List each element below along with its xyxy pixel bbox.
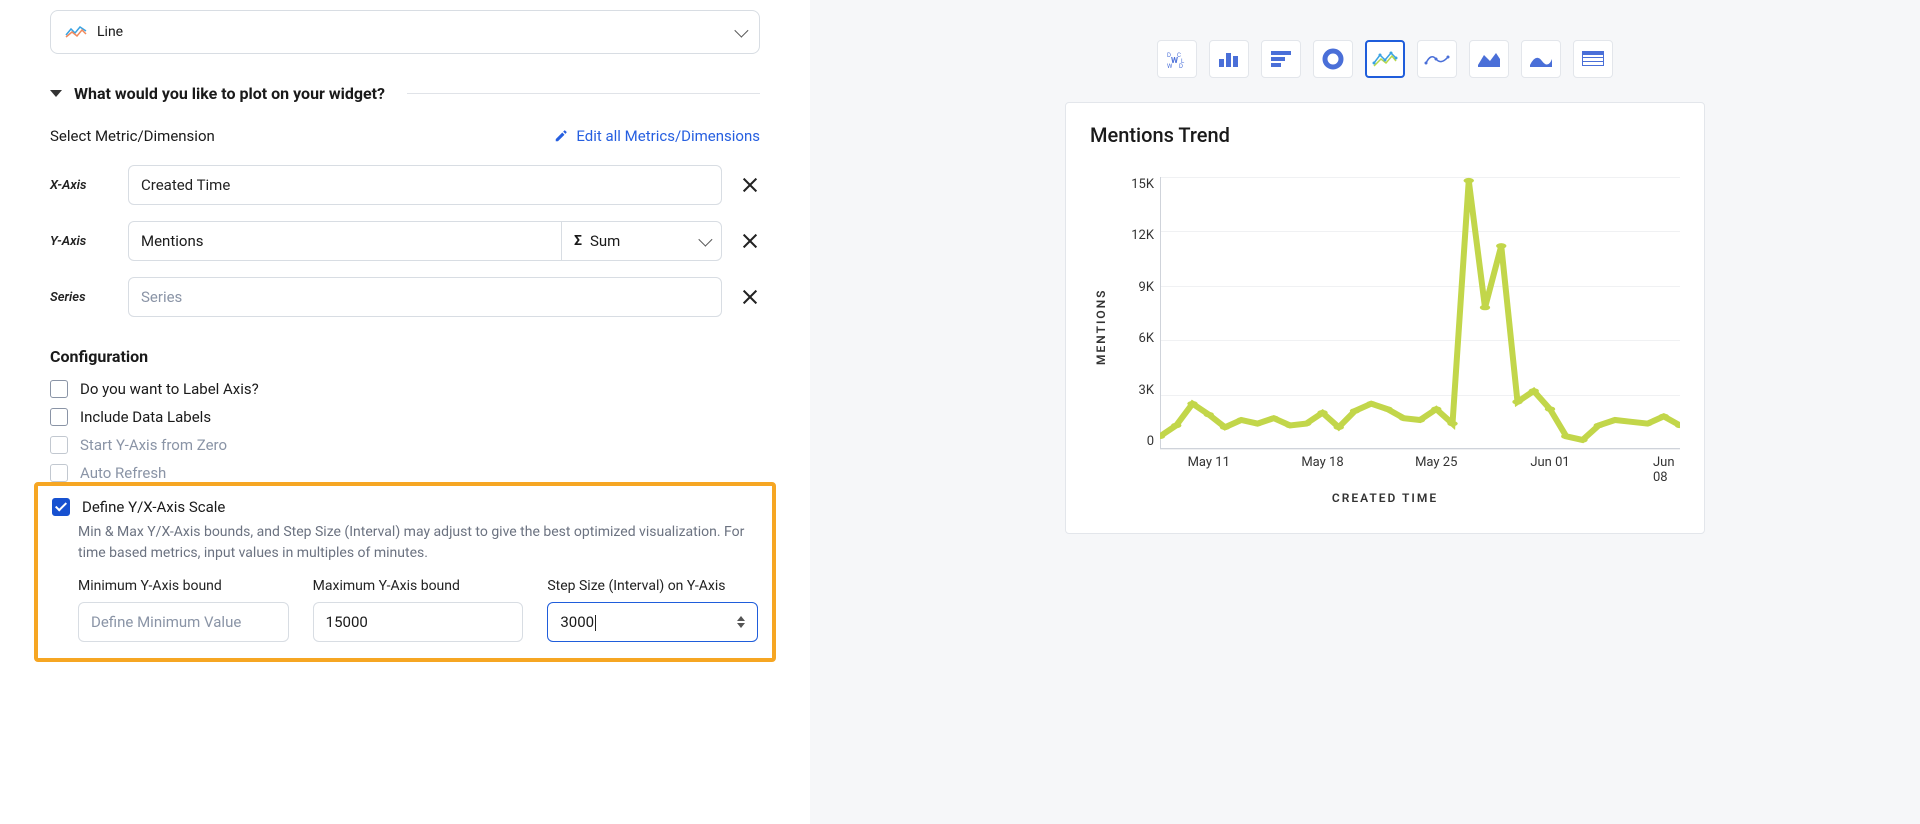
line-chart-icon	[1372, 49, 1398, 69]
y-axis-aggregation-select[interactable]: Σ Sum	[561, 222, 721, 260]
series-label: Series	[50, 290, 110, 305]
auto-refresh-checkbox[interactable]	[50, 464, 68, 482]
viz-wordcloud-button[interactable]: DCWLWD	[1157, 40, 1197, 78]
disclosure-triangle-icon	[50, 90, 62, 97]
chevron-down-icon	[698, 233, 712, 247]
chart-plot-area: 15K12K9K6K3K0 May 11May 18May 25Jun 01Ju…	[1112, 177, 1680, 477]
chart-y-ticks: 15K12K9K6K3K0	[1112, 177, 1154, 449]
step-size-label: Step Size (Interval) on Y-Axis	[547, 578, 758, 594]
viz-spline-button[interactable]	[1417, 40, 1457, 78]
chart-x-ticks: May 11May 18May 25Jun 01Jun 08	[1160, 455, 1680, 477]
chart-title: Mentions Trend	[1090, 123, 1680, 147]
viz-line-button[interactable]	[1365, 40, 1405, 78]
remove-x-axis-button[interactable]	[740, 175, 760, 195]
x-axis-label: X-Axis	[50, 178, 110, 193]
plot-section-title: What would you like to plot on your widg…	[74, 84, 385, 103]
remove-series-button[interactable]	[740, 287, 760, 307]
viz-type-label: Line	[97, 24, 123, 40]
y-axis-value: Mentions	[141, 232, 203, 250]
auto-refresh-text: Auto Refresh	[80, 464, 166, 482]
y-axis-select-group: Mentions Σ Sum	[128, 221, 722, 261]
sigma-icon: Σ	[574, 233, 582, 249]
series-placeholder: Series	[141, 288, 182, 306]
edit-metrics-text: Edit all Metrics/Dimensions	[576, 127, 760, 145]
min-bound-placeholder: Define Minimum Value	[91, 613, 241, 631]
min-bound-label: Minimum Y-Axis bound	[78, 578, 289, 594]
remove-y-axis-button[interactable]	[740, 231, 760, 251]
horizontal-bar-icon	[1269, 49, 1293, 69]
viz-type-toolbar: DCWLWD	[1157, 40, 1613, 78]
wordcloud-icon: DCWLWD	[1165, 49, 1189, 69]
viz-area-button[interactable]	[1469, 40, 1509, 78]
data-labels-text: Include Data Labels	[80, 408, 211, 426]
step-size-stepper[interactable]	[737, 616, 745, 628]
define-scale-hint: Min & Max Y/X-Axis bounds, and Step Size…	[78, 522, 758, 564]
spline-chart-icon	[1424, 49, 1450, 69]
chevron-down-icon	[734, 24, 748, 38]
svg-text:W: W	[1167, 63, 1173, 69]
y-axis-aggregation-value: Sum	[590, 232, 620, 250]
define-scale-text: Define Y/X-Axis Scale	[82, 498, 225, 516]
viz-table-button[interactable]	[1573, 40, 1613, 78]
step-size-input[interactable]: 3000	[547, 602, 758, 642]
series-select[interactable]: Series	[128, 277, 722, 317]
label-axis-checkbox[interactable]	[50, 380, 68, 398]
label-axis-text: Do you want to Label Axis?	[80, 380, 259, 398]
pencil-icon	[554, 129, 568, 143]
configuration-title: Configuration	[50, 347, 760, 366]
bar-chart-icon	[1217, 49, 1241, 69]
viz-type-select[interactable]: Line	[50, 10, 760, 54]
svg-text:D: D	[1179, 63, 1183, 69]
y-from-zero-checkbox[interactable]	[50, 436, 68, 454]
data-labels-checkbox[interactable]	[50, 408, 68, 426]
line-chart-icon	[65, 25, 87, 39]
donut-chart-icon	[1321, 47, 1345, 71]
plot-section-header[interactable]: What would you like to plot on your widg…	[50, 84, 760, 103]
x-axis-value: Created Time	[141, 176, 230, 194]
chart-x-axis-title: CREATED TIME	[1090, 491, 1680, 505]
stepper-up-icon[interactable]	[737, 616, 745, 621]
max-bound-input[interactable]: 15000	[313, 602, 524, 642]
define-scale-highlight: Define Y/X-Axis Scale Min & Max Y/X-Axis…	[34, 482, 776, 662]
min-bound-input[interactable]: Define Minimum Value	[78, 602, 289, 642]
area-chart-icon	[1476, 49, 1502, 69]
preview-panel: DCWLWD Mention	[810, 0, 1920, 824]
x-axis-select[interactable]: Created Time	[128, 165, 722, 205]
y-axis-metric-select[interactable]: Mentions	[129, 222, 561, 260]
max-bound-value: 15000	[326, 613, 368, 631]
define-scale-checkbox[interactable]	[52, 498, 70, 516]
select-metric-label: Select Metric/Dimension	[50, 127, 215, 145]
text-caret	[595, 615, 596, 631]
table-icon	[1580, 49, 1606, 69]
chart-series	[1160, 177, 1680, 449]
max-bound-label: Maximum Y-Axis bound	[313, 578, 524, 594]
chart-preview-card: Mentions Trend MENTIONS 15K12K9K6K3K0 Ma…	[1065, 102, 1705, 534]
widget-config-panel: Line What would you like to plot on your…	[0, 0, 810, 824]
y-axis-label: Y-Axis	[50, 234, 110, 249]
y-from-zero-text: Start Y-Axis from Zero	[80, 436, 227, 454]
stepper-down-icon[interactable]	[737, 623, 745, 628]
viz-hbar-button[interactable]	[1261, 40, 1301, 78]
viz-bar-button[interactable]	[1209, 40, 1249, 78]
viz-area-spline-button[interactable]	[1521, 40, 1561, 78]
chart-y-axis-title: MENTIONS	[1090, 177, 1112, 477]
viz-donut-button[interactable]	[1313, 40, 1353, 78]
step-size-value: 3000	[560, 613, 594, 631]
area-spline-icon	[1528, 49, 1554, 69]
edit-metrics-link[interactable]: Edit all Metrics/Dimensions	[554, 127, 760, 145]
